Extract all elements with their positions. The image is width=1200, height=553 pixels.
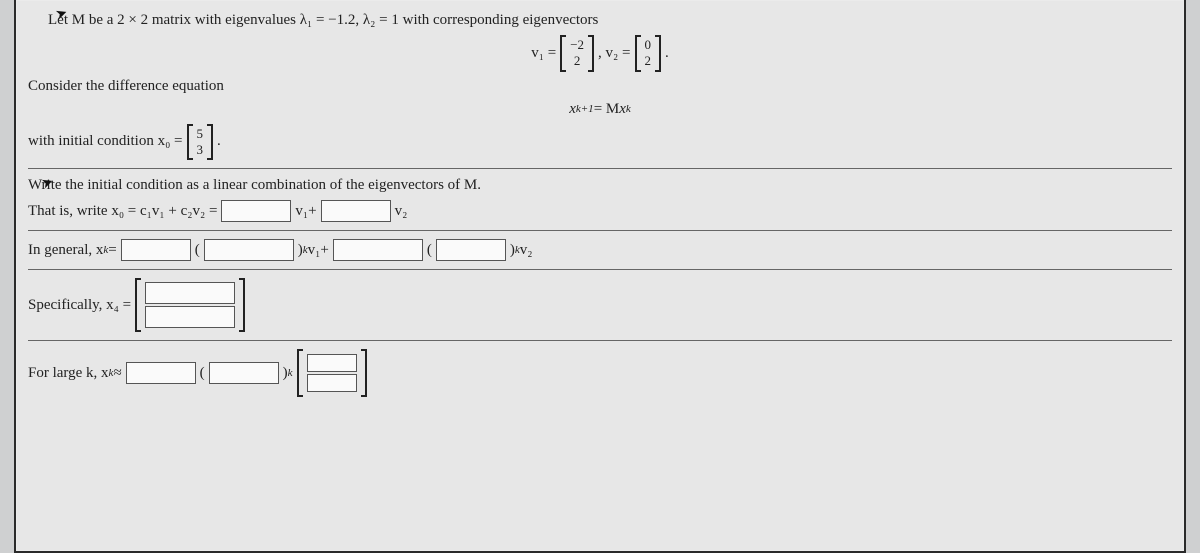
- separator: [28, 168, 1172, 169]
- recurrence: xk+1 = Mxk: [28, 101, 1172, 118]
- specifically-row: Specifically, x₄ =: [28, 278, 1172, 332]
- c1-input[interactable]: [221, 200, 291, 222]
- separator: [28, 269, 1172, 270]
- large-base-input[interactable]: [209, 362, 279, 384]
- c2-input[interactable]: [321, 200, 391, 222]
- separator: [28, 230, 1172, 231]
- intro-text: Let M be a 2 × 2 matrix with eigenvalues…: [48, 12, 1172, 29]
- coef2-input[interactable]: [333, 239, 423, 261]
- for-large-row: For large k, xk ≈ ( )k: [28, 349, 1172, 397]
- write-initial-text: Write the initial condition as a linear …: [28, 177, 1172, 194]
- large-coef-input[interactable]: [126, 362, 196, 384]
- base2-input[interactable]: [436, 239, 506, 261]
- initial-condition: with initial condition x₀ = 53 .: [28, 124, 1172, 161]
- x4-top-input[interactable]: [145, 282, 235, 304]
- consider-text: Consider the difference equation: [28, 78, 1172, 95]
- base1-input[interactable]: [204, 239, 294, 261]
- x4-bot-input[interactable]: [145, 306, 235, 328]
- coef1-input[interactable]: [121, 239, 191, 261]
- separator: [28, 340, 1172, 341]
- linear-combo-row: That is, write x₀ = c₁v₁ + c₂v₂ = v₁+ v₂: [28, 200, 1172, 222]
- large-vec-top-input[interactable]: [307, 354, 357, 372]
- eigenvector-display: v₁ = −22 , v₂ = 02 .: [28, 35, 1172, 72]
- general-xk-row: In general, xk = ( )k v₁+ ( )k v₂: [28, 239, 1172, 261]
- large-vec-bot-input[interactable]: [307, 374, 357, 392]
